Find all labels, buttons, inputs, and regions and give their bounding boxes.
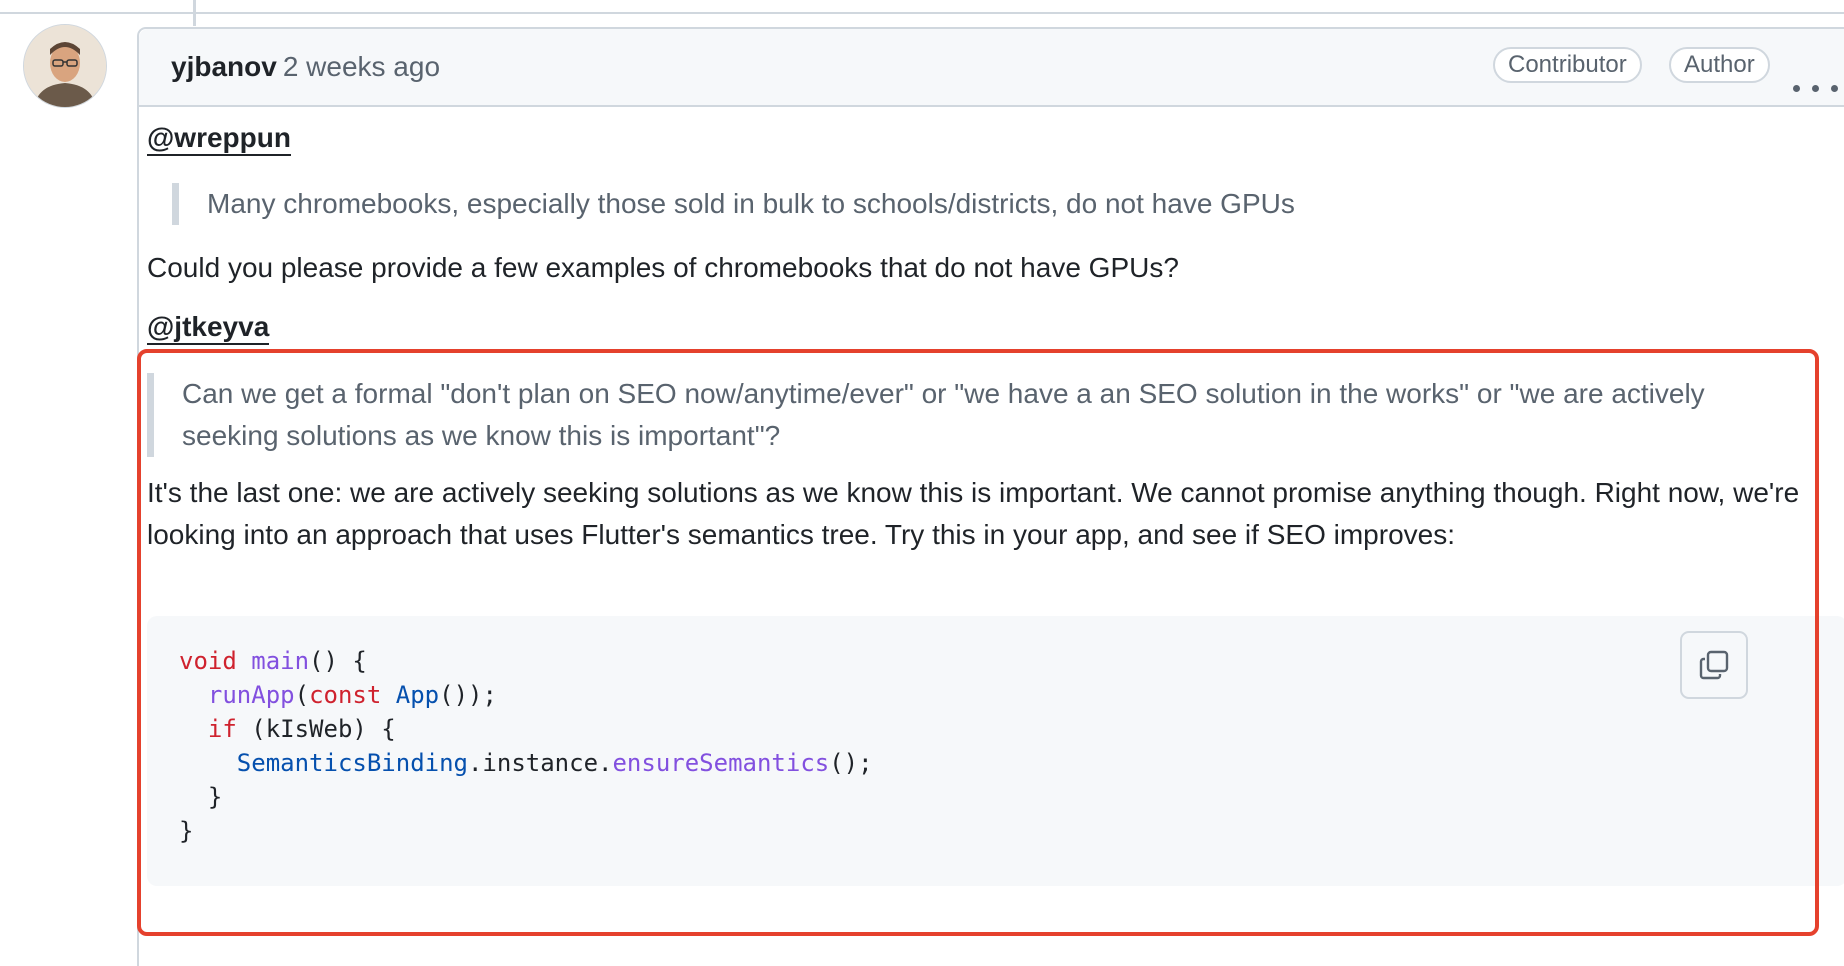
code-text: (); <box>829 749 873 777</box>
timeline-top-border <box>0 12 1844 14</box>
user-avatar-icon <box>24 25 106 107</box>
code-text: } <box>179 817 194 845</box>
copy-icon <box>1699 650 1729 680</box>
reply-paragraph-1: Could you please provide a few examples … <box>147 252 1179 283</box>
code-type: SemanticsBinding <box>236 749 468 777</box>
code-text: ( <box>294 681 310 709</box>
kebab-horizontal-icon[interactable] <box>1791 79 1841 99</box>
author-badge: Author <box>1669 47 1770 83</box>
timeline-connector <box>193 0 196 26</box>
mention-jtkeyva[interactable]: @jtkeyva <box>147 311 270 345</box>
comment-author-line: yjbanov 2 weeks ago <box>171 51 440 83</box>
code-type: App <box>395 681 440 709</box>
contributor-badge: Contributor <box>1493 47 1642 83</box>
code-keyword: if <box>207 715 237 743</box>
code-text: (kIsWeb) { <box>236 715 396 743</box>
author-avatar[interactable] <box>23 24 107 108</box>
code-keyword: void <box>179 647 237 675</box>
mention-wreppun[interactable]: @wreppun <box>147 122 291 156</box>
code-text: () { <box>309 647 367 675</box>
code-text: .instance. <box>467 749 613 777</box>
issue-comment: yjbanov 2 weeks ago Contributor Author @w… <box>137 27 1844 966</box>
code-function: runApp <box>207 681 295 709</box>
blockquote-2: Can we get a formal "don't plan on SEO n… <box>147 373 1762 457</box>
code-content: void main() { runApp(const App()); if (k… <box>179 644 873 848</box>
code-text: } <box>207 783 223 811</box>
code-function: ensureSemantics <box>612 749 830 777</box>
author-name[interactable]: yjbanov <box>171 51 277 82</box>
comment-timestamp[interactable]: 2 weeks ago <box>283 51 440 82</box>
code-block: void main() { runApp(const App()); if (k… <box>147 616 1844 886</box>
blockquote-1: Many chromebooks, especially those sold … <box>172 183 1787 225</box>
copy-code-button[interactable] <box>1680 631 1748 699</box>
code-text: ()); <box>439 681 497 709</box>
code-function: main <box>251 647 310 675</box>
reply-paragraph-2: It's the last one: we are actively seeki… <box>147 477 1800 550</box>
comment-header: yjbanov 2 weeks ago Contributor Author <box>139 29 1844 107</box>
code-keyword: const <box>309 681 382 709</box>
